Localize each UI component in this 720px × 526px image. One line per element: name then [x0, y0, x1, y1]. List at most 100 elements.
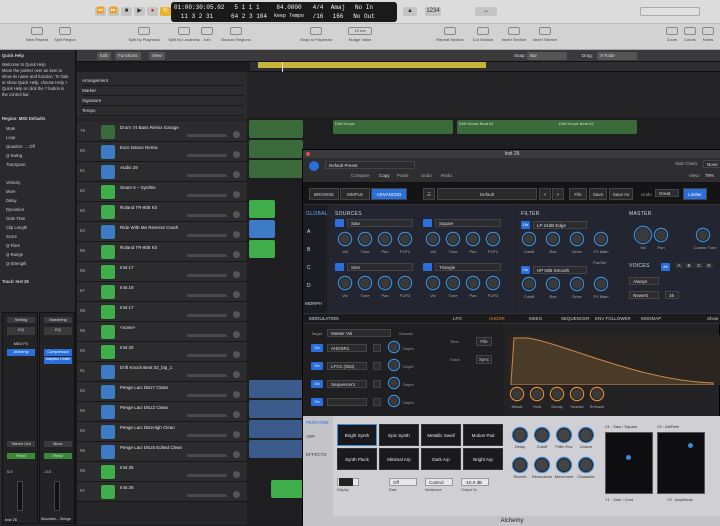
filter1-drive-knob[interactable] [571, 233, 583, 245]
track-pan-knob[interactable] [233, 451, 240, 458]
filter1-cutoff-knob[interactable] [523, 233, 535, 245]
source-d-wave-select[interactable]: Triangle [435, 263, 501, 271]
region-param[interactable]: More [6, 189, 16, 194]
filter2-fx-main-knob[interactable] [595, 278, 607, 290]
mod-stepper[interactable] [373, 380, 381, 388]
env-decay-knob[interactable] [551, 388, 563, 400]
limiter-button[interactable]: Limiter [683, 188, 707, 200]
voice-all-button[interactable]: All [661, 263, 670, 271]
perform-tab[interactable]: PERFORM [306, 420, 329, 425]
track-pan-knob[interactable] [233, 211, 240, 218]
track-name[interactable]: Penge Laci Disz7 Clean [120, 385, 168, 390]
tab-mseg[interactable]: MSEG [529, 316, 542, 321]
filter2-on-button[interactable]: On [521, 266, 530, 274]
track-header[interactable]: 93 Penge Laci Disz2 Clean [77, 402, 247, 422]
region[interactable]: Drift Knock [333, 120, 453, 134]
track-name[interactable]: Penge Laci Disz5 Edited Clean [120, 445, 182, 450]
mod-source-select[interactable]: AHDSR1 [327, 344, 367, 352]
mod-depth-knob[interactable] [389, 396, 399, 406]
source-c-pan-knob[interactable] [379, 277, 391, 289]
track-header[interactable]: 82 Snare 5 – Synthie [77, 182, 247, 202]
track-header[interactable]: 85 Roland TR-808 Kit [77, 242, 247, 262]
source-a-tune-knob[interactable] [359, 233, 371, 245]
perform-bottom-control[interactable]: Control [425, 478, 453, 486]
track-name[interactable]: Inst 20 [120, 345, 134, 350]
arrange-area[interactable] [247, 118, 303, 525]
source-b-vol-knob[interactable] [427, 233, 439, 245]
track-pan-knob[interactable] [233, 291, 240, 298]
perform-bottom-control[interactable]: -15.0 dB [461, 478, 489, 486]
track-pan-knob[interactable] [233, 171, 240, 178]
source-d-vol-knob[interactable] [427, 277, 439, 289]
stop-button[interactable]: ■ [121, 7, 132, 16]
track-pan-knob[interactable] [233, 271, 240, 278]
perform-pad[interactable]: Dark Arp [421, 448, 461, 470]
filter1-on-button[interactable]: On [521, 221, 530, 229]
track-header[interactable]: 95 Penge Laci Disz5 Edited Clean [77, 442, 247, 462]
forward-button[interactable]: ⏩ [108, 7, 119, 16]
file-mod-button[interactable]: File [476, 337, 492, 346]
track-name[interactable]: Audio 29 [120, 165, 138, 170]
track-pan-knob[interactable] [233, 351, 240, 358]
filter2-drive-knob[interactable] [571, 278, 583, 290]
track-name[interactable]: Penge Laci Disz2 Clean [120, 405, 168, 410]
region-param[interactable]: Quantize → Off [6, 144, 35, 149]
track-name[interactable]: Roland TR-808 Kit [120, 245, 157, 250]
power-icon[interactable] [309, 161, 319, 171]
track-name[interactable]: <none> [120, 325, 135, 330]
tab-ahdsr[interactable]: AHDSR [489, 316, 505, 321]
drag-select[interactable]: X-Fade [597, 52, 637, 60]
track-pan-knob[interactable] [233, 371, 240, 378]
gear-icon[interactable] [339, 478, 353, 486]
advanced-button[interactable]: ADVANCED [371, 188, 407, 200]
track-name[interactable]: Penge Laci DiszHigh Clean [120, 425, 175, 430]
global-track-signature[interactable]: Signature [82, 96, 244, 106]
preset-name-field[interactable]: Default [437, 188, 537, 200]
track-pan-knob[interactable] [233, 131, 240, 138]
track-pan-knob[interactable] [233, 411, 240, 418]
global-tracks-area[interactable] [247, 72, 720, 118]
region-param[interactable]: Clip Length [6, 225, 27, 230]
perform-pad[interactable]: Epic Synth [379, 424, 419, 446]
track-volume-slider[interactable] [187, 234, 227, 237]
track-title[interactable]: Track: Inst 26 [2, 279, 29, 284]
track-name[interactable]: Roland TR-808 Kit [120, 205, 157, 210]
quick-help-title[interactable]: Quick Help [2, 53, 24, 58]
env-release-knob[interactable] [591, 388, 603, 400]
filter1-fx-main-knob[interactable] [595, 233, 607, 245]
perform-filter-env-knob[interactable] [557, 428, 571, 442]
region-param[interactable]: Dynamics [6, 207, 24, 212]
effects-tab[interactable]: EFFECTS [306, 452, 327, 457]
filter1-res-knob[interactable] [547, 233, 559, 245]
region-param[interactable]: Q-Range [6, 252, 23, 257]
track-header[interactable]: 96 Inst 25 [77, 462, 247, 482]
track-name[interactable]: Euro Dance Remix [120, 145, 158, 150]
source-d-pan-knob[interactable] [467, 277, 479, 289]
tool-split-playhead[interactable]: Split by Playhead [124, 27, 164, 42]
simple-button[interactable]: SIMPLE [340, 188, 370, 200]
source-a-button[interactable]: A [307, 229, 310, 235]
mod-on-button[interactable]: On [311, 380, 323, 388]
xy-pad-1[interactable] [605, 432, 653, 494]
filter2-res-knob[interactable] [547, 278, 559, 290]
track-volume-slider[interactable] [187, 414, 227, 417]
track-volume-slider[interactable] [187, 274, 227, 277]
source-c-vol-knob[interactable] [339, 277, 351, 289]
menu-edit[interactable]: Edit [97, 52, 111, 60]
track-volume-slider[interactable] [187, 494, 227, 497]
track-header[interactable]: 97 Inst 26 [77, 482, 247, 502]
region[interactable] [249, 440, 303, 458]
save-as-button[interactable]: Save As [609, 188, 633, 200]
cycle-region[interactable] [258, 62, 486, 68]
tool-nudge[interactable]: 10 ms Nudge Value [340, 27, 380, 42]
track-name[interactable]: Inst 17 [120, 265, 134, 270]
tab-sequencer[interactable]: SEQUENCER [561, 316, 590, 321]
close-icon[interactable] [306, 152, 310, 156]
source-c-f1-f2-knob[interactable] [399, 277, 411, 289]
region-title[interactable]: Region: MIDI Defaults [2, 116, 45, 121]
track-header[interactable]: 89 <none> [77, 322, 247, 342]
filter2-type-select[interactable]: HP 6dB Smooth [533, 266, 587, 274]
track-header[interactable]: 87 Inst 19 [77, 282, 247, 302]
perform-pad[interactable]: Metallic Swell [421, 424, 461, 446]
global-track-tempo[interactable]: Tempo [82, 106, 244, 116]
